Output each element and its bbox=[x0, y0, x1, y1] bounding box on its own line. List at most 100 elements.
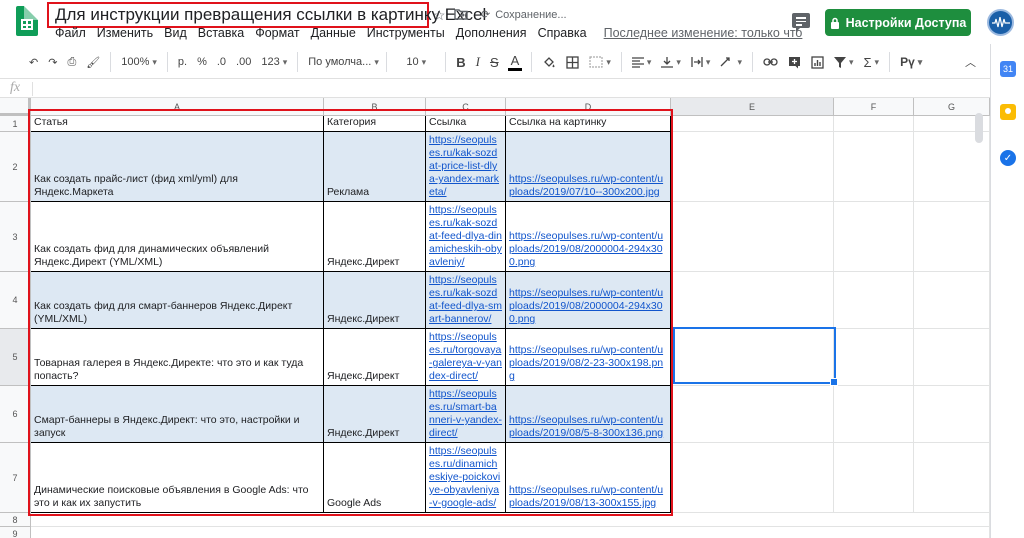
table-cell-category[interactable]: Реклама bbox=[324, 132, 426, 202]
table-cell-link[interactable]: https://seopulses.ru/kak-sozdat-feed-dly… bbox=[426, 202, 506, 272]
menu-data[interactable]: Данные bbox=[311, 26, 356, 40]
empty-cell[interactable] bbox=[914, 329, 990, 386]
font-size-select[interactable]: 10 bbox=[392, 50, 440, 74]
table-header-cell[interactable]: Ссылка bbox=[426, 116, 506, 132]
row-header-1[interactable]: 1 bbox=[0, 116, 31, 132]
document-title[interactable]: Для инструкции превращения ссылки в карт… bbox=[55, 5, 486, 25]
menu-insert[interactable]: Вставка bbox=[198, 26, 244, 40]
image-link[interactable]: https://seopulses.ru/wp-content/uploads/… bbox=[509, 414, 667, 440]
menu-tools[interactable]: Инструменты bbox=[367, 26, 445, 40]
row-header-3[interactable]: 3 bbox=[0, 202, 31, 272]
empty-cell[interactable] bbox=[914, 443, 990, 513]
move-folder-icon[interactable] bbox=[454, 7, 468, 23]
horizontal-align-icon[interactable] bbox=[627, 50, 657, 74]
zoom-select[interactable]: 100% bbox=[116, 50, 162, 74]
article-link[interactable]: https://seopulses.ru/kak-sozdat-price-li… bbox=[429, 134, 502, 199]
table-cell-image-link[interactable]: https://seopulses.ru/wp-content/uploads/… bbox=[506, 202, 671, 272]
menu-addons[interactable]: Дополнения bbox=[456, 26, 527, 40]
table-cell-image-link[interactable]: https://seopulses.ru/wp-content/uploads/… bbox=[506, 386, 671, 443]
decrease-decimal-button[interactable]: .0 bbox=[212, 50, 231, 74]
star-icon[interactable]: ☆ bbox=[433, 7, 446, 24]
table-cell-link[interactable]: https://seopulses.ru/kak-sozdat-feed-dly… bbox=[426, 272, 506, 329]
table-cell-image-link[interactable]: https://seopulses.ru/wp-content/uploads/… bbox=[506, 132, 671, 202]
table-cell-article[interactable]: Как создать прайс-лист (фид xml/yml) для… bbox=[31, 132, 324, 202]
article-link[interactable]: https://seopulses.ru/kak-sozdat-feed-dly… bbox=[429, 274, 502, 326]
table-cell-article[interactable]: Динамические поисковые объявления в Goog… bbox=[31, 443, 324, 513]
more-formats-select[interactable]: 123 bbox=[256, 50, 292, 74]
table-header-cell[interactable]: Ссылка на картинку bbox=[506, 116, 671, 132]
table-cell-category[interactable]: Google Ads bbox=[324, 443, 426, 513]
empty-cell[interactable] bbox=[834, 116, 914, 132]
article-link[interactable]: https://seopulses.ru/dinamicheskiye-poic… bbox=[429, 445, 502, 510]
empty-cell[interactable] bbox=[671, 116, 834, 132]
table-cell-category[interactable]: Яндекс.Директ bbox=[324, 272, 426, 329]
image-link[interactable]: https://seopulses.ru/wp-content/uploads/… bbox=[509, 173, 667, 199]
menu-file[interactable]: Файл bbox=[55, 26, 86, 40]
share-button[interactable]: Настройки Доступа bbox=[825, 9, 971, 36]
percent-format-button[interactable]: % bbox=[192, 50, 212, 74]
column-header-f[interactable]: F bbox=[834, 98, 914, 116]
row-header-8[interactable]: 8 bbox=[0, 513, 31, 527]
collapse-menus-icon[interactable]: ︿ bbox=[960, 50, 981, 74]
row-header-2[interactable]: 2 bbox=[0, 132, 31, 202]
table-cell-image-link[interactable]: https://seopulses.ru/wp-content/uploads/… bbox=[506, 329, 671, 386]
empty-cell[interactable] bbox=[834, 272, 914, 329]
image-link[interactable]: https://seopulses.ru/wp-content/uploads/… bbox=[509, 344, 667, 383]
filter-icon[interactable] bbox=[829, 50, 859, 74]
empty-cell[interactable] bbox=[671, 132, 834, 202]
text-color-button[interactable]: A bbox=[507, 53, 523, 71]
vertical-align-icon[interactable] bbox=[656, 50, 686, 74]
empty-cell[interactable] bbox=[834, 202, 914, 272]
strikethrough-button[interactable]: S bbox=[485, 50, 504, 74]
empty-cell[interactable] bbox=[671, 202, 834, 272]
table-cell-category[interactable]: Яндекс.Директ bbox=[324, 202, 426, 272]
merge-cells-icon[interactable] bbox=[584, 50, 616, 74]
table-cell-category[interactable]: Яндекс.Директ bbox=[324, 386, 426, 443]
paint-format-icon[interactable]: 🖌︎ bbox=[81, 50, 105, 74]
empty-cell[interactable] bbox=[834, 132, 914, 202]
calendar-icon[interactable]: 31 bbox=[1000, 61, 1016, 77]
font-select[interactable]: По умолча... bbox=[303, 50, 381, 74]
redo-icon[interactable]: ↷ bbox=[43, 50, 62, 74]
tasks-icon[interactable]: ✓ bbox=[1000, 150, 1016, 166]
table-cell-article[interactable]: Как создать фид для динамических объявле… bbox=[31, 202, 324, 272]
currency-format-button[interactable]: р. bbox=[173, 50, 192, 74]
table-cell-link[interactable]: https://seopulses.ru/dinamicheskiye-poic… bbox=[426, 443, 506, 513]
insert-comment-icon[interactable] bbox=[783, 50, 806, 74]
menu-format[interactable]: Формат bbox=[255, 26, 299, 40]
empty-row-9[interactable] bbox=[31, 527, 990, 538]
bold-button[interactable]: B bbox=[451, 50, 470, 74]
table-header-cell[interactable]: Статья bbox=[31, 116, 324, 132]
menu-edit[interactable]: Изменить bbox=[97, 26, 153, 40]
sheets-logo-icon[interactable] bbox=[16, 6, 38, 36]
table-cell-image-link[interactable]: https://seopulses.ru/wp-content/uploads/… bbox=[506, 443, 671, 513]
column-header-c[interactable]: C bbox=[426, 98, 506, 116]
article-link[interactable]: https://seopulses.ru/smart-banneri-v-yan… bbox=[429, 388, 502, 440]
insert-link-icon[interactable] bbox=[758, 50, 783, 74]
empty-cell[interactable] bbox=[834, 329, 914, 386]
empty-cell[interactable] bbox=[914, 202, 990, 272]
document-title-box[interactable]: Для инструкции превращения ссылки в карт… bbox=[47, 2, 486, 28]
article-link[interactable]: https://seopulses.ru/torgovaya-galereya-… bbox=[429, 331, 502, 383]
table-cell-article[interactable]: Как создать фид для смарт-баннеров Яндек… bbox=[31, 272, 324, 329]
increase-decimal-button[interactable]: .00 bbox=[231, 50, 256, 74]
empty-cell[interactable] bbox=[834, 443, 914, 513]
keep-icon[interactable] bbox=[1000, 104, 1016, 120]
column-header-b[interactable]: B bbox=[324, 98, 426, 116]
fill-color-icon[interactable] bbox=[537, 50, 561, 74]
text-wrap-icon[interactable] bbox=[686, 50, 716, 74]
table-cell-link[interactable]: https://seopulses.ru/smart-banneri-v-yan… bbox=[426, 386, 506, 443]
table-cell-image-link[interactable]: https://seopulses.ru/wp-content/uploads/… bbox=[506, 272, 671, 329]
empty-cell[interactable] bbox=[914, 272, 990, 329]
empty-cell[interactable] bbox=[834, 386, 914, 443]
comments-icon[interactable] bbox=[792, 13, 810, 32]
article-link[interactable]: https://seopulses.ru/kak-sozdat-feed-dly… bbox=[429, 204, 502, 269]
table-cell-link[interactable]: https://seopulses.ru/kak-sozdat-price-li… bbox=[426, 132, 506, 202]
text-rotation-icon[interactable] bbox=[715, 50, 747, 74]
column-header-a[interactable]: A bbox=[31, 98, 324, 116]
row-header-4[interactable]: 4 bbox=[0, 272, 31, 329]
menu-help[interactable]: Справка bbox=[538, 26, 587, 40]
menu-view[interactable]: Вид bbox=[164, 26, 187, 40]
table-header-cell[interactable]: Категория bbox=[324, 116, 426, 132]
image-link[interactable]: https://seopulses.ru/wp-content/uploads/… bbox=[509, 484, 667, 510]
